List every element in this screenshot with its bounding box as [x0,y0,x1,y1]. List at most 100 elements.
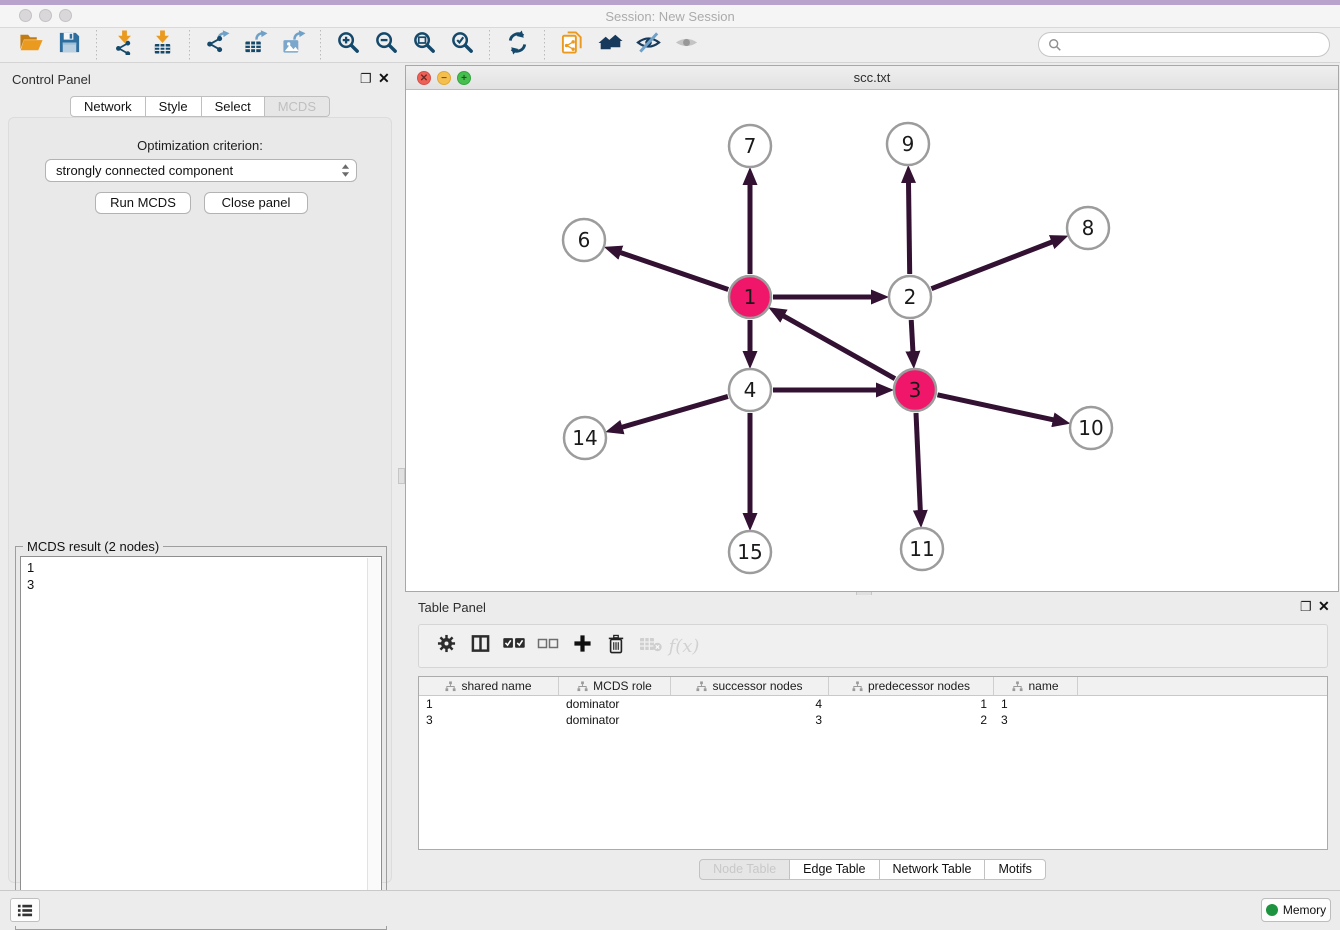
settings-gear-button[interactable] [429,630,463,662]
tab-edge-table[interactable]: Edge Table [790,859,879,880]
table-row[interactable]: 1dominator411 [419,696,1327,712]
settings-gear-icon [437,634,456,658]
first-neighbors-button[interactable] [595,31,625,59]
graph-node-label-15: 15 [737,540,762,564]
graph-node-label-4: 4 [744,378,757,402]
clone-network-button[interactable] [557,31,587,59]
task-history-button[interactable] [10,898,40,922]
tree-icon [577,681,588,692]
table-cell: dominator [559,697,671,711]
vertical-splitter-grip[interactable] [398,468,405,484]
graph-node-label-3: 3 [909,378,922,402]
close-panel-button[interactable]: Close panel [204,192,308,214]
unselect-all-columns-button[interactable] [531,630,565,662]
export-image-button[interactable] [278,31,308,59]
memory-label: Memory [1283,903,1326,917]
zoom-out-button[interactable] [371,31,401,59]
graph-node-label-10: 10 [1078,416,1103,440]
tree-icon [445,681,456,692]
graph-edge-4-14[interactable] [621,396,727,427]
table-cell: 1 [829,697,994,711]
delete-table-button [633,630,667,662]
graph-edge-3-11[interactable] [916,413,920,511]
table-cell: 1 [994,697,1078,711]
optimization-criterion-label: Optimization criterion: [9,138,391,153]
export-network-button[interactable] [202,31,232,59]
search-box [1038,32,1330,57]
search-input[interactable] [1068,37,1320,52]
graph-node-label-1: 1 [744,285,757,309]
mcds-result-group: MCDS result (2 nodes) 1 3 [15,546,387,930]
unselect-all-columns-icon [537,637,559,656]
tree-icon [1012,681,1023,692]
node-table: shared nameMCDS role successor nodes prede… [418,676,1328,850]
export-image-icon [281,30,306,60]
add-column-button[interactable] [565,630,599,662]
hide-selected-button[interactable] [633,31,663,59]
import-table-icon [150,30,175,60]
column-header-name[interactable]: name [994,677,1078,695]
toolbar-separator [96,30,97,60]
column-label: name [1028,679,1058,693]
network-canvas[interactable]: 7968124314101511 [406,90,1338,591]
tab-network-table[interactable]: Network Table [880,859,986,880]
tab-mcds[interactable]: MCDS [265,96,330,117]
export-table-button[interactable] [240,31,270,59]
graph-edge-3-1[interactable] [783,316,895,379]
tree-icon [852,681,863,692]
control-panel-float-icon[interactable]: ❐ [360,71,372,87]
select-all-columns-button[interactable] [497,630,531,662]
table-cell: 4 [671,697,829,711]
graph-edge-2-3[interactable] [911,320,913,352]
graph-edge-2-8[interactable] [931,242,1052,289]
zoom-fit-button[interactable] [409,31,439,59]
column-label: successor nodes [712,679,802,693]
network-view-window: ✕−+ scc.txt 7968124314101511 [405,65,1339,592]
column-header-predecessor-nodes[interactable]: predecessor nodes [829,677,994,695]
column-header-MCDS-role[interactable]: MCDS role [559,677,671,695]
column-header-successor-nodes[interactable]: successor nodes [671,677,829,695]
delete-columns-button[interactable] [599,630,633,662]
run-mcds-button[interactable]: Run MCDS [95,192,191,214]
import-table-button[interactable] [147,31,177,59]
tab-style[interactable]: Style [146,96,202,117]
table-panel-float-icon[interactable]: ❐ [1300,599,1312,615]
memory-status-dot [1266,904,1278,916]
tab-select[interactable]: Select [202,96,265,117]
graph-edge-3-10[interactable] [937,395,1053,420]
graph-node-label-6: 6 [578,228,591,252]
open-session-button[interactable] [16,31,46,59]
result-scrollbar[interactable] [367,558,380,923]
graph-node-label-14: 14 [572,426,597,450]
tab-network[interactable]: Network [70,96,146,117]
mcds-result-text[interactable]: 1 3 [20,556,382,925]
table-header-row: shared nameMCDS role successor nodes prede… [419,677,1327,696]
table-cell: 3 [671,713,829,727]
show-columns-button[interactable] [463,630,497,662]
search-icon [1048,38,1062,52]
zoom-in-button[interactable] [333,31,363,59]
show-all-button [671,31,701,59]
hide-selected-icon [636,30,661,60]
graph-edge-1-6[interactable] [620,252,728,289]
table-panel-close-icon[interactable]: ✕ [1318,598,1330,615]
zoom-selected-button[interactable] [447,31,477,59]
memory-button[interactable]: Memory [1261,898,1331,922]
table-toolbar: f(x) [418,624,1328,668]
select-all-columns-icon [502,636,526,656]
table-row[interactable]: 3dominator323 [419,712,1327,728]
zoom-out-icon [374,30,399,60]
import-network-button[interactable] [109,31,139,59]
column-header-shared-name[interactable]: shared name [419,677,559,695]
status-bar: Memory [0,890,1340,926]
criterion-select[interactable]: strongly connected component [45,159,357,182]
tab-motifs[interactable]: Motifs [985,859,1045,880]
tab-node-table[interactable]: Node Table [699,859,790,880]
refresh-icon [505,30,530,60]
control-panel-close-icon[interactable]: ✕ [378,70,390,87]
refresh-button[interactable] [502,31,532,59]
save-session-button[interactable] [54,31,84,59]
save-session-icon [57,30,82,60]
export-table-icon [243,30,268,60]
graph-edge-2-9[interactable] [908,182,909,274]
